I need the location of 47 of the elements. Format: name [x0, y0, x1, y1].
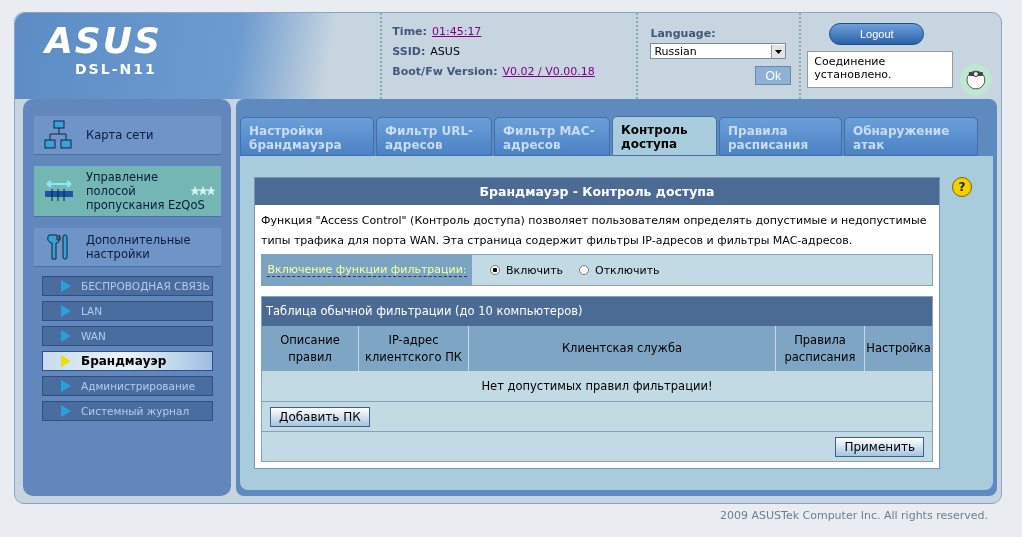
column-header: Описание правил — [262, 326, 359, 371]
submenu-item[interactable]: WAN — [42, 326, 213, 346]
column-header: IP-адрес клиентского ПК — [359, 326, 469, 371]
filter-label: Включение функции фильтрации: — [267, 263, 467, 277]
column-header: Настройка — [865, 340, 932, 357]
asus-logo: ASUS — [45, 21, 162, 61]
radio-option[interactable]: Включить — [490, 263, 564, 277]
submenu-item[interactable]: БЕСПРОВОДНАЯ СВЯЗЬ — [42, 276, 213, 296]
table-title: Таблица обычной фильтрации (до 10 компьютеров) — [262, 297, 932, 326]
mascot-icon — [959, 63, 993, 97]
triangle-icon — [61, 280, 71, 292]
panel-title: Брандмауэр - Контроль доступа — [255, 178, 939, 205]
column-header: Правила расписания — [776, 326, 865, 371]
add-pc-button[interactable]: Добавить ПК — [270, 406, 370, 427]
model-name: DSL-N11 — [75, 61, 157, 77]
firmware-link[interactable]: V0.02 / V0.00.18 — [502, 65, 595, 78]
language-dropdown[interactable]: Russian — [650, 43, 787, 59]
tab[interactable]: Контроль доступа — [612, 116, 717, 156]
menu-item[interactable]: Карта сети — [34, 116, 221, 155]
status-bubble: Соединение установлено. — [807, 51, 954, 88]
time-link[interactable]: 01:45:17 — [431, 25, 482, 38]
menu-item[interactable]: Дополнительные настройки — [34, 228, 221, 267]
apply-button[interactable]: Применить — [835, 436, 924, 457]
empty-message: Нет допустимых правил фильтрации! — [262, 371, 932, 402]
triangle-icon — [61, 355, 71, 367]
ssid-label: SSID: — [392, 45, 426, 58]
menu-item[interactable]: Управление полосой пропускания EzQoS — [34, 166, 221, 217]
triangle-icon — [61, 330, 71, 342]
submenu-item[interactable]: Системный журнал — [42, 401, 213, 421]
triangle-icon — [61, 380, 71, 392]
submenu-item[interactable]: Брандмауэр — [42, 351, 213, 371]
column-header: Клиентская служба — [469, 326, 776, 371]
description-text: Функция "Access Control" (Контроль доступа) позволяет пользователям определять допустимые и недопустимые типы трафика для порта WAN. Эта страница содержит фильтры IP-адресов и фильтры MAC-адресов. — [261, 213, 928, 249]
help-icon[interactable]: ? — [952, 177, 972, 197]
firmware-label: Boot/Fw Version: — [392, 65, 498, 78]
logout-button[interactable]: Logout — [829, 23, 925, 45]
triangle-icon — [61, 305, 71, 317]
ssid-value: ASUS — [430, 45, 460, 58]
triangle-icon — [61, 405, 71, 417]
copyright-text: 2009 ASUSTek Computer Inc. All rights reserved. — [720, 509, 988, 522]
network-icon — [44, 120, 74, 150]
submenu-item[interactable]: LAN — [42, 301, 213, 321]
language-label: Language: — [650, 27, 717, 40]
submenu-item[interactable]: Администрирование — [42, 376, 213, 396]
radio-option[interactable]: Отключить — [579, 263, 660, 277]
time-label: Time: — [392, 25, 427, 38]
stars-icon — [191, 186, 215, 196]
